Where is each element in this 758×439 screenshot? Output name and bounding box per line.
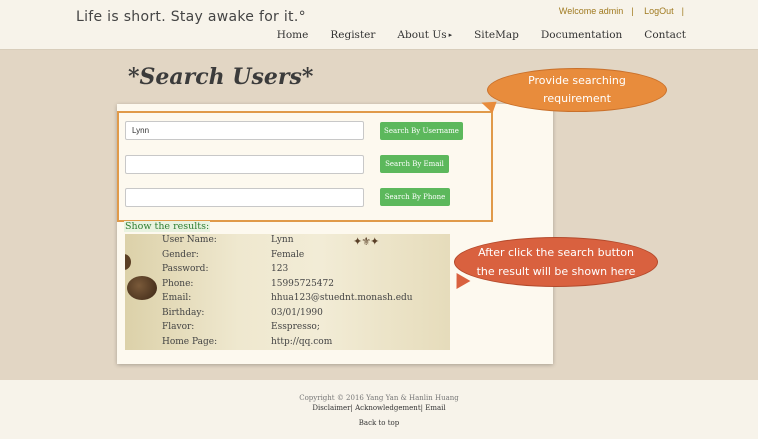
site-header: Life is short. Stay awake for it.° Welco… <box>0 0 758 50</box>
disclaimer-link[interactable]: Disclaimer <box>312 404 350 412</box>
site-footer: Copyright © 2016 Yang Yan & Hanlin Huang… <box>0 380 758 439</box>
search-row-email: Search By Email <box>125 155 485 177</box>
email-search-input[interactable] <box>125 155 364 174</box>
search-panel: Search By Username Search By Email Searc… <box>117 104 553 364</box>
email-link[interactable]: Email <box>425 404 445 412</box>
result-key: Birthday: <box>162 307 205 318</box>
back-to-top-link[interactable]: Back to top <box>0 419 758 427</box>
search-form: Search By Username Search By Email Searc… <box>117 111 493 222</box>
separator: | <box>631 6 634 16</box>
username-search-input[interactable] <box>125 121 364 140</box>
search-row-username: Search By Username <box>125 121 485 143</box>
callout-result-shown: After click the search button the result… <box>449 237 658 294</box>
footer-links: Disclaimer| Acknowledgement| Email <box>0 404 758 412</box>
result-value: hhua123@stuednt.monash.edu <box>271 293 413 303</box>
result-key: User Name: <box>162 235 217 245</box>
nav-about-us-label: About Us <box>397 29 447 41</box>
result-value: Esspresso; <box>271 322 320 332</box>
search-by-email-button[interactable]: Search By Email <box>380 155 449 173</box>
logout-link[interactable]: LogOut <box>644 6 674 16</box>
results-label: Show the results: <box>124 221 211 232</box>
search-by-username-button[interactable]: Search By Username <box>380 122 463 140</box>
result-value: 03/01/1990 <box>271 307 323 318</box>
result-key: Phone: <box>162 278 194 289</box>
callout-text: the result will be shown here <box>476 265 636 279</box>
separator: | <box>420 404 423 412</box>
results-card: ✦⚜✦ User Name: Lynn Gender: Female Passwor… <box>125 234 450 350</box>
result-key: Gender: <box>162 249 199 260</box>
separator: | <box>350 404 353 412</box>
acknowledgement-link[interactable]: Acknowledgement <box>355 404 421 412</box>
result-key: Flavor: <box>162 322 195 332</box>
result-value: Female <box>271 249 305 260</box>
result-value: 15995725472 <box>271 278 334 289</box>
coffee-bean-icon <box>127 276 157 300</box>
nav-about-us[interactable]: About Us ▸ <box>397 29 452 41</box>
result-key: Home Page: <box>162 336 218 347</box>
result-value: 123 <box>271 264 289 274</box>
search-row-phone: Search By Phone <box>125 188 485 210</box>
callout-text: After click the search button <box>478 246 634 259</box>
copyright-text: Copyright © 2016 Yang Yan & Hanlin Huang <box>299 394 459 402</box>
phone-search-input[interactable] <box>125 188 364 207</box>
separator: | <box>681 6 684 16</box>
site-tagline: Life is short. Stay awake for it.° <box>76 9 306 25</box>
page-title: *Search Users* <box>128 64 314 90</box>
coffee-bean-icon <box>125 254 131 270</box>
search-by-phone-button[interactable]: Search By Phone <box>380 188 450 206</box>
caret-right-icon: ▸ <box>448 31 453 39</box>
callout-text: Provide searching <box>528 74 626 87</box>
result-value: http://qq.com <box>271 336 333 347</box>
callout-text: requirement <box>543 92 611 106</box>
nav-sitemap[interactable]: SiteMap <box>474 29 519 41</box>
nav-home[interactable]: Home <box>277 29 309 41</box>
result-value: Lynn <box>271 235 294 245</box>
nav-documentation[interactable]: Documentation <box>541 29 622 41</box>
nav-register[interactable]: Register <box>330 29 375 41</box>
nav-contact[interactable]: Contact <box>644 29 686 41</box>
result-key: Password: <box>162 264 209 274</box>
result-key: Email: <box>162 293 192 303</box>
user-links: Welcome admin | LogOut | <box>555 6 688 16</box>
callout-search-requirement: Provide searching requirement <box>479 68 667 114</box>
welcome-text: Welcome admin <box>558 6 624 16</box>
main-nav: Home Register About Us ▸ SiteMap Document… <box>255 29 686 41</box>
